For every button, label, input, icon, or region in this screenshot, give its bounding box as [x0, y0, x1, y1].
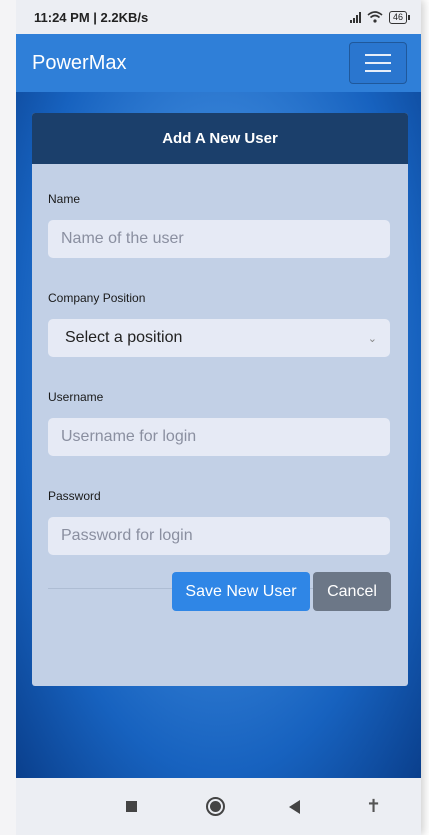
- form-title: Add A New User: [162, 130, 278, 147]
- username-label: Username: [48, 390, 104, 404]
- brand-name[interactable]: PowerMax: [32, 52, 126, 75]
- accessibility-icon[interactable]: ✝: [366, 796, 381, 817]
- recent-apps-icon[interactable]: [126, 801, 137, 812]
- name-input[interactable]: Name of the user: [48, 220, 390, 258]
- battery-icon: 46: [388, 10, 411, 24]
- home-icon[interactable]: [206, 797, 225, 816]
- add-user-card: Add A New User Name Name of the user Com…: [32, 113, 408, 686]
- wifi-icon: [367, 11, 383, 23]
- card-header: Add A New User: [32, 113, 408, 164]
- device-frame: 11:24 PM | 2.2KB/s 46 PowerMax Add A New…: [0, 0, 421, 835]
- name-label: Name: [48, 192, 81, 206]
- back-icon[interactable]: [289, 800, 300, 814]
- top-navbar: PowerMax: [16, 34, 421, 92]
- status-bar: 11:24 PM | 2.2KB/s 46: [16, 0, 421, 34]
- signal-icon: [349, 11, 361, 23]
- form-actions: Save New User Cancel: [172, 572, 391, 611]
- system-nav-bar: ✝: [16, 778, 421, 835]
- hamburger-menu-icon[interactable]: [349, 42, 407, 84]
- cancel-button[interactable]: Cancel: [313, 572, 391, 611]
- password-input[interactable]: Password for login: [48, 517, 390, 555]
- position-select-value: Select a position: [65, 329, 183, 346]
- position-label: Company Position: [48, 291, 146, 305]
- card-body: Name Name of the user Company Position S…: [32, 164, 408, 589]
- username-input[interactable]: Username for login: [48, 418, 390, 456]
- chevron-down-icon: ⌄: [367, 332, 377, 345]
- status-icons: 46: [349, 10, 411, 24]
- position-select[interactable]: Select a position ⌄: [48, 319, 390, 357]
- password-label: Password: [48, 489, 101, 503]
- save-new-user-button[interactable]: Save New User: [172, 572, 310, 611]
- status-time: 11:24 PM | 2.2KB/s: [34, 9, 149, 25]
